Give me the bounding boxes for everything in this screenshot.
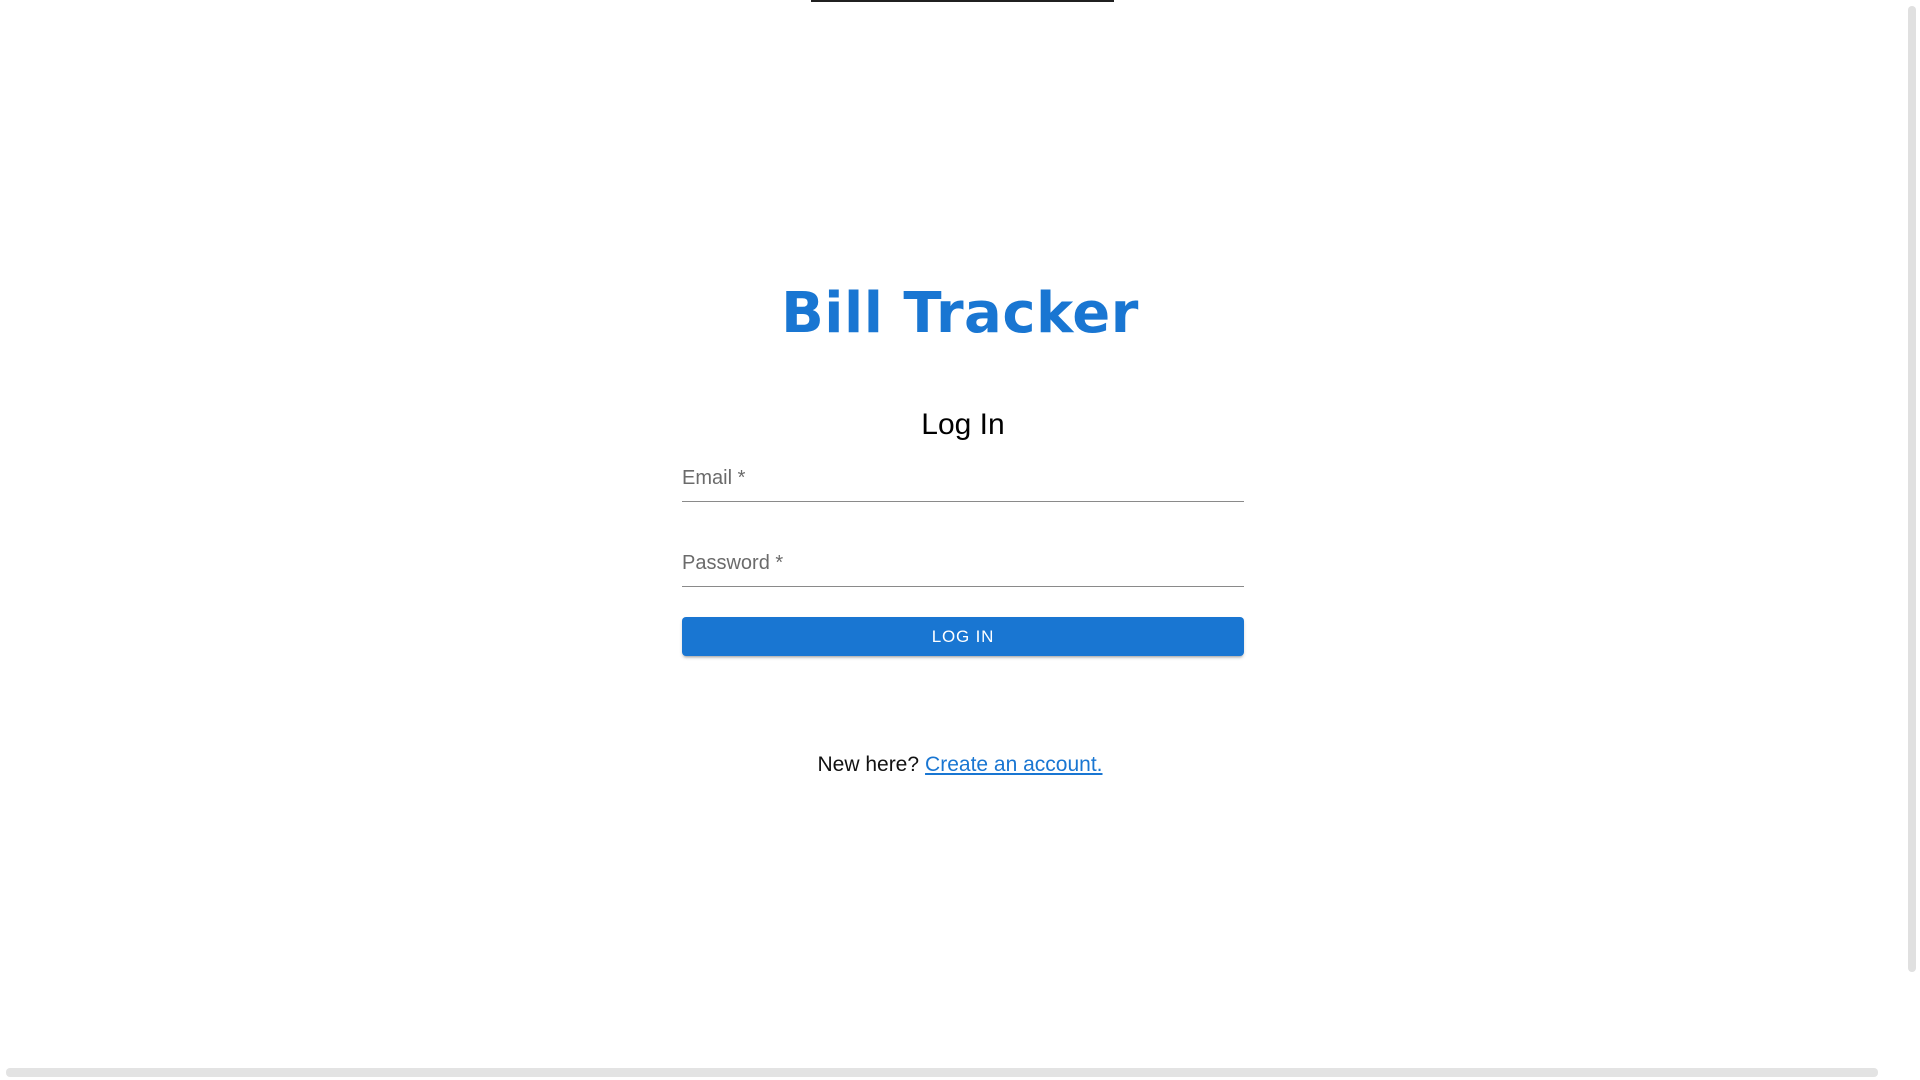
login-page: Bill Tracker Log In Email * Password * L… [0, 0, 1920, 1080]
horizontal-scrollbar[interactable] [6, 1068, 1878, 1077]
vertical-scrollbar[interactable] [1908, 6, 1916, 972]
app-title: Bill Tracker [781, 281, 1139, 346]
password-input[interactable] [682, 542, 1248, 588]
form-heading: Log In [921, 408, 1005, 441]
password-field[interactable]: Password * [682, 542, 1248, 588]
login-form: Log In Email * Password * Log In [682, 403, 1248, 656]
signup-prompt-row: New here? Create an account. [0, 750, 1920, 780]
create-account-link[interactable]: Create an account. [925, 753, 1102, 776]
top-divider [811, 0, 1114, 2]
signup-prompt-text: New here? [817, 753, 920, 776]
email-input[interactable] [682, 457, 1248, 503]
email-field[interactable]: Email * [682, 457, 1248, 503]
login-button[interactable]: Log In [682, 617, 1244, 656]
